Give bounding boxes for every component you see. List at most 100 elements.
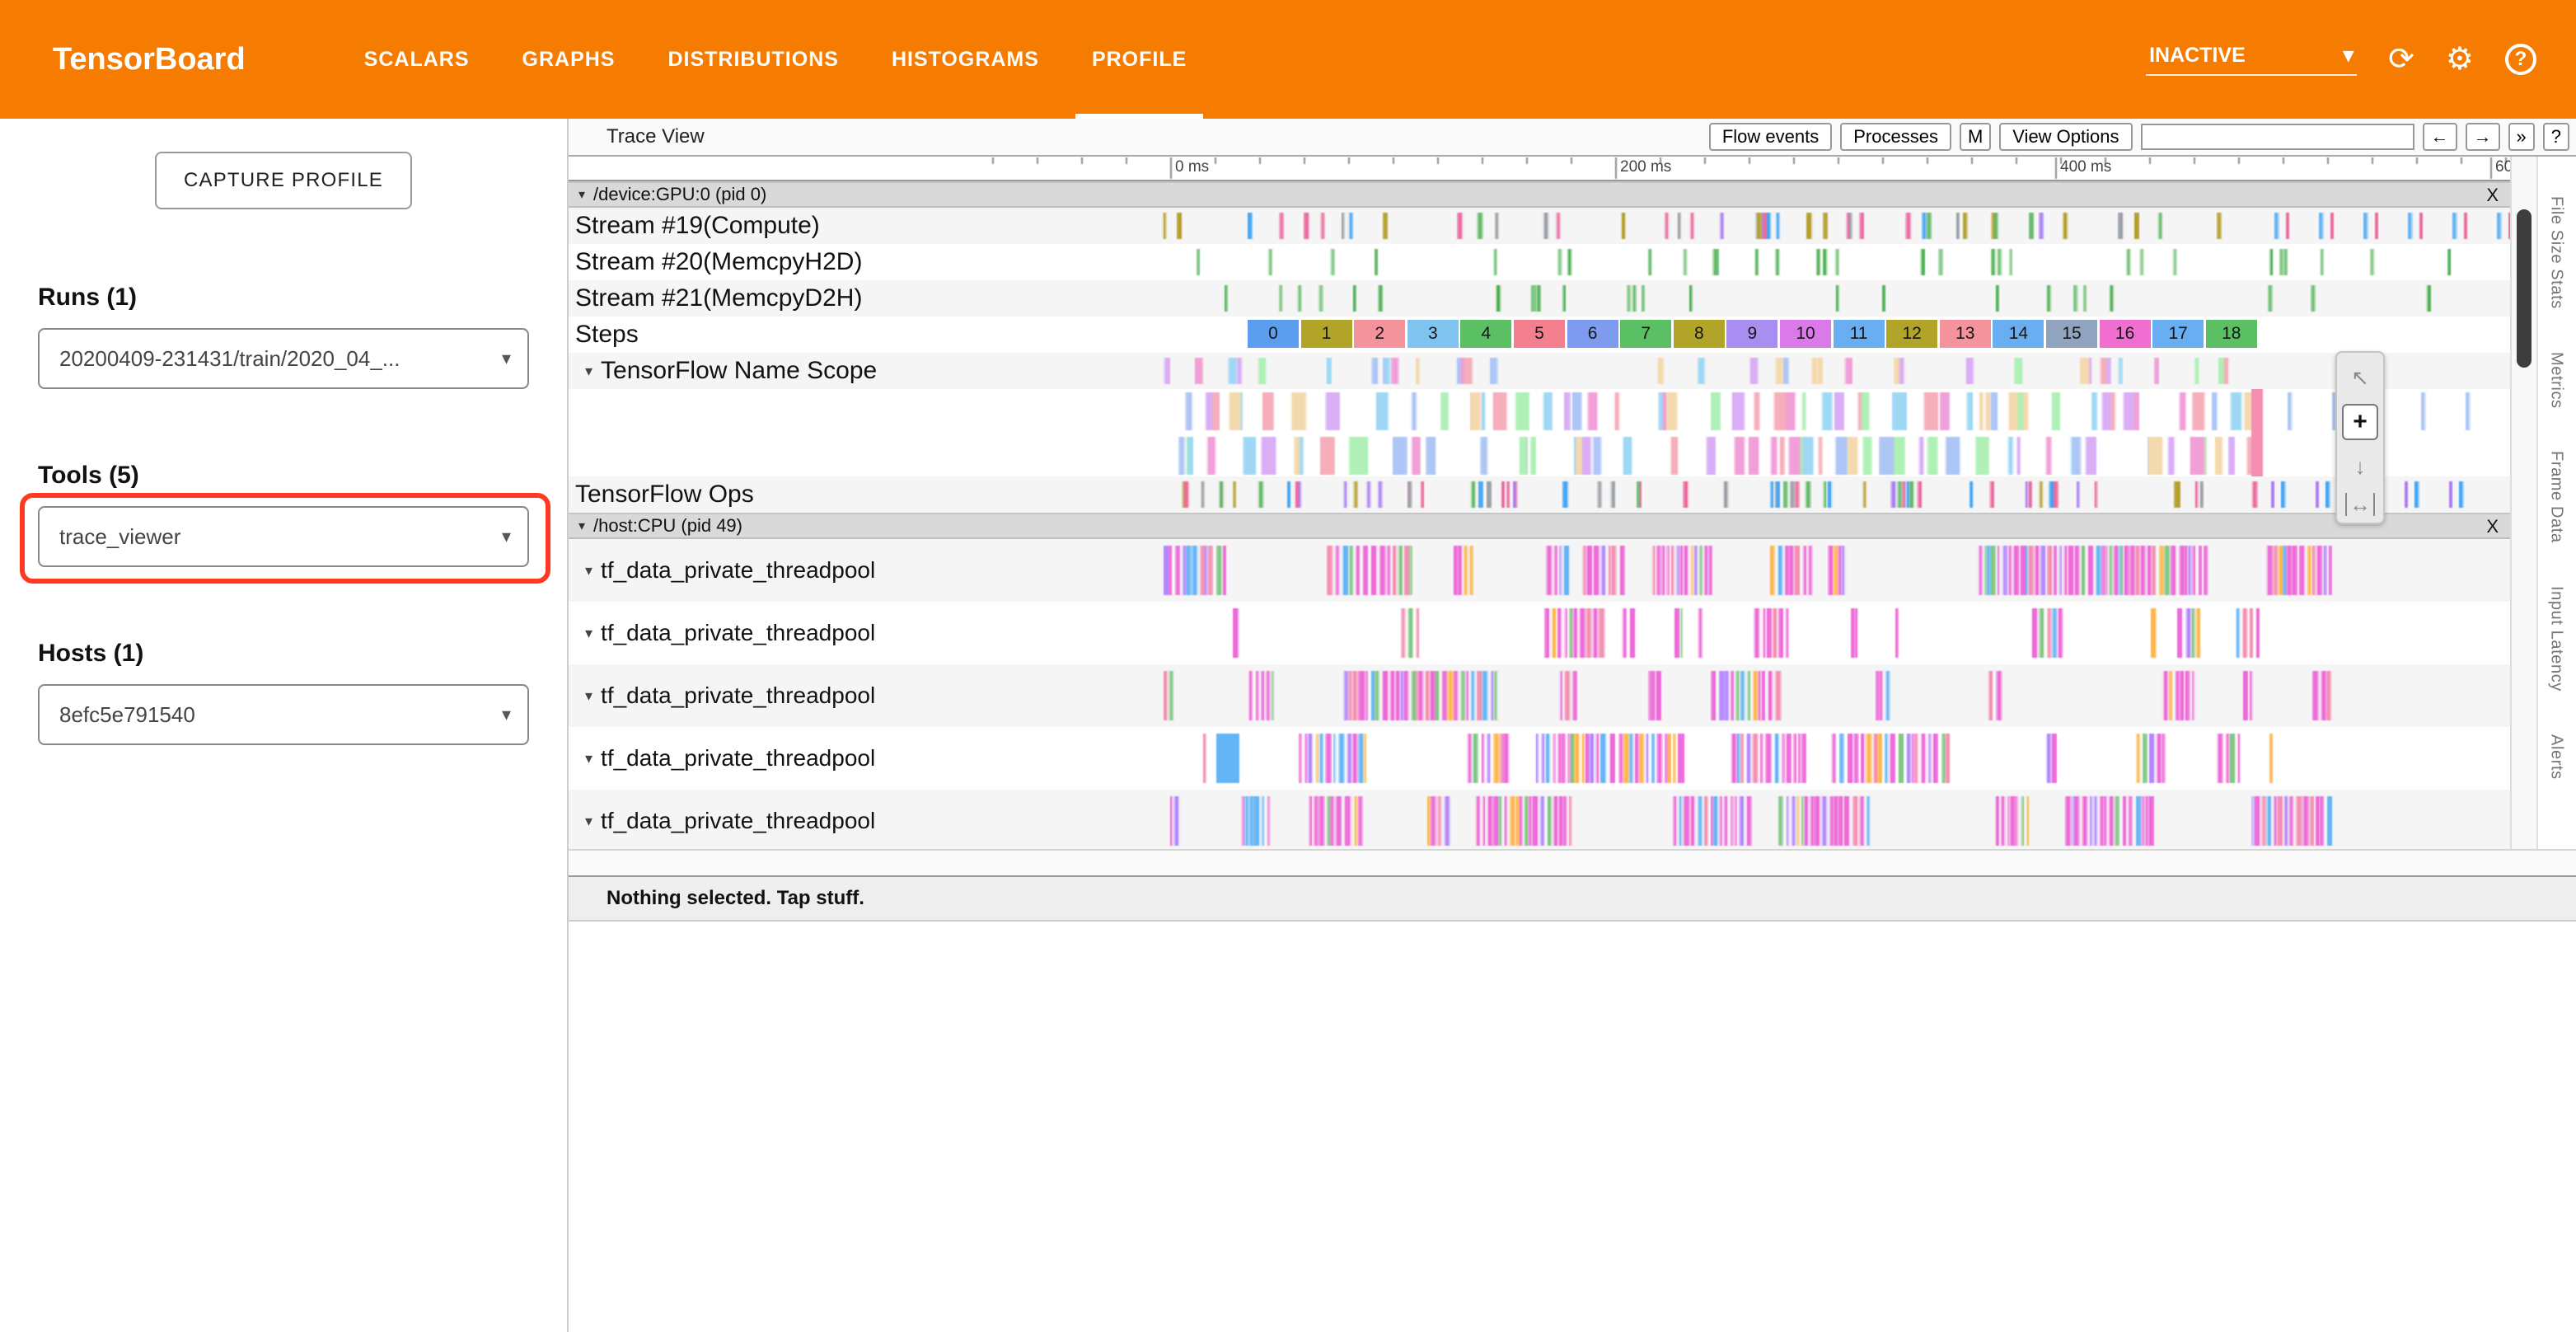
tools-value: trace_viewer	[40, 524, 180, 550]
flow-events-button[interactable]: Flow events	[1709, 123, 1832, 151]
metadata-button[interactable]: M	[1960, 123, 1991, 151]
refresh-icon[interactable]: ⟳	[2388, 44, 2414, 75]
trace-row-steps[interactable]: Steps 0123456789101112131415161718	[569, 317, 2510, 353]
step-block-5[interactable]: 5	[1514, 320, 1565, 348]
cpu-thread-row[interactable]: ▾tf_data_private_threadpool	[569, 602, 2510, 664]
cpu-thread-row[interactable]: ▾tf_data_private_threadpool	[569, 664, 2510, 727]
step-block-17[interactable]: 17	[2152, 320, 2204, 348]
app-header: TensorBoard SCALARSGRAPHSDISTRIBUTIONSHI…	[0, 0, 2576, 119]
trace-row-tensorflow-ops[interactable]: TensorFlow Ops	[569, 476, 2510, 513]
detail-panel-empty	[569, 922, 2576, 1332]
step-block-11[interactable]: 11	[1834, 320, 1885, 348]
row-label: TensorFlow Ops	[569, 476, 986, 513]
cpu-section-title: /host:CPU (pid 49)	[593, 515, 742, 537]
status-label: INACTIVE	[2149, 44, 2246, 68]
gear-icon[interactable]: ⚙	[2446, 44, 2474, 75]
tool-palette: ↖ + ↓ ↔	[2335, 351, 2385, 524]
nav-tab-graphs[interactable]: GRAPHS	[496, 0, 642, 119]
trace-row-stream19[interactable]: Stream #19(Compute)	[569, 208, 2510, 244]
step-block-6[interactable]: 6	[1567, 320, 1618, 348]
chevron-down-icon: ▾	[502, 704, 511, 725]
time-ruler: 0 ms200 ms400 ms600	[569, 157, 2510, 181]
row-label: Steps	[569, 317, 986, 353]
nav-tab-scalars[interactable]: SCALARS	[338, 0, 496, 119]
step-block-18[interactable]: 18	[2206, 320, 2257, 348]
header-right: INACTIVE ▾ ⟳ ⚙ ?	[2146, 43, 2536, 76]
step-block-14[interactable]: 14	[1993, 320, 2044, 348]
trace-view-toolbar: Trace View Flow events Processes M View …	[569, 119, 2576, 157]
chevron-down-icon: ▾	[578, 186, 585, 203]
step-block-4[interactable]: 4	[1460, 320, 1511, 348]
runs-value: 20200409-231431/train/2020_04_...	[40, 346, 400, 372]
side-tab-file-size-stats[interactable]: File Size Stats	[2547, 196, 2566, 309]
step-block-7[interactable]: 7	[1620, 320, 1671, 348]
timing-tool-button[interactable]: ↔	[2345, 493, 2375, 516]
tensorboard-logo: TensorBoard	[53, 42, 246, 77]
chevron-down-icon: ▾	[502, 348, 511, 369]
side-tab-strip: File Size Stats Metrics Frame Data Input La…	[2536, 157, 2574, 849]
zoom-tool-button[interactable]: +	[2342, 404, 2378, 440]
processes-button[interactable]: Processes	[1840, 123, 1951, 151]
chevron-down-icon: ▾	[585, 813, 592, 830]
nav-tab-distributions[interactable]: DISTRIBUTIONS	[641, 0, 864, 119]
step-block-1[interactable]: 1	[1301, 320, 1352, 348]
scrollbar-thumb[interactable]	[2517, 209, 2532, 368]
step-block-12[interactable]: 12	[1886, 320, 1937, 348]
chevron-down-icon: ▾	[502, 526, 511, 547]
side-tab-metrics[interactable]: Metrics	[2547, 352, 2566, 409]
gpu-section-title: /device:GPU:0 (pid 0)	[593, 184, 766, 205]
capture-profile-button[interactable]: CAPTURE PROFILE	[155, 152, 412, 209]
chevron-down-icon: ▾	[585, 625, 592, 642]
step-block-3[interactable]: 3	[1407, 320, 1459, 348]
cpu-section-header[interactable]: ▾ /host:CPU (pid 49) X	[569, 513, 2510, 539]
cpu-thread-row[interactable]: ▾tf_data_private_threadpool	[569, 539, 2510, 602]
step-block-9[interactable]: 9	[1726, 320, 1777, 348]
pan-tool-button[interactable]: ↓	[2342, 448, 2378, 485]
ruler-tick-label: 0 ms	[1175, 158, 1209, 176]
close-cpu-section-button[interactable]: X	[2486, 514, 2499, 539]
back-button[interactable]: ←	[2423, 123, 2457, 151]
more-button[interactable]: »	[2508, 123, 2535, 151]
cpu-thread-row[interactable]: ▾tf_data_private_threadpool	[569, 727, 2510, 790]
trace-search-input[interactable]	[2141, 124, 2414, 150]
tools-select[interactable]: trace_viewer ▾	[38, 506, 529, 567]
hosts-value: 8efc5e791540	[40, 702, 195, 728]
step-block-8[interactable]: 8	[1674, 320, 1725, 348]
step-block-16[interactable]: 16	[2100, 320, 2151, 348]
steps-track: 0123456789101112131415161718	[986, 317, 2510, 353]
chevron-down-icon: ▾	[585, 363, 592, 380]
vertical-scrollbar[interactable]	[2510, 157, 2536, 849]
nav-tab-histograms[interactable]: HISTOGRAMS	[865, 0, 1066, 119]
chevron-down-icon: ▾	[2344, 43, 2354, 68]
step-block-2[interactable]: 2	[1354, 320, 1405, 348]
help-icon[interactable]: ?	[2505, 44, 2536, 75]
horizontal-scroll-band[interactable]	[569, 849, 2576, 875]
trace-row-stream21[interactable]: Stream #21(MemcpyD2H)	[569, 280, 2510, 317]
gpu-section-header[interactable]: ▾ /device:GPU:0 (pid 0) X	[569, 181, 2510, 208]
step-block-0[interactable]: 0	[1248, 320, 1299, 348]
thread-row-label: ▾tf_data_private_threadpool	[569, 664, 986, 727]
trace-row-name-scope[interactable]: ▾ TensorFlow Name Scope	[569, 353, 2510, 389]
side-tab-input-latency[interactable]: Input Latency	[2547, 586, 2566, 692]
trace-help-button[interactable]: ?	[2543, 123, 2569, 151]
select-tool-button[interactable]: ↖	[2342, 359, 2378, 396]
status-dropdown[interactable]: INACTIVE ▾	[2146, 43, 2357, 76]
side-tab-frame-data[interactable]: Frame Data	[2547, 451, 2566, 543]
row-label: Stream #20(MemcpyH2D)	[569, 244, 986, 280]
view-options-button[interactable]: View Options	[1999, 123, 2132, 151]
thread-row-label: ▾tf_data_private_threadpool	[569, 727, 986, 790]
step-block-13[interactable]: 13	[1940, 320, 1991, 348]
side-tab-alerts[interactable]: Alerts	[2547, 734, 2566, 780]
step-block-15[interactable]: 15	[2046, 320, 2097, 348]
forward-button[interactable]: →	[2466, 123, 2500, 151]
close-gpu-section-button[interactable]: X	[2486, 183, 2499, 208]
runs-select[interactable]: 20200409-231431/train/2020_04_... ▾	[38, 328, 529, 389]
cpu-thread-row[interactable]: ▾tf_data_private_threadpool	[569, 790, 2510, 849]
trace-row-stream20[interactable]: Stream #20(MemcpyH2D)	[569, 244, 2510, 280]
hosts-label: Hosts (1)	[38, 640, 567, 669]
sidebar: CAPTURE PROFILE Runs (1) 20200409-231431…	[0, 119, 569, 1332]
nav-tab-profile[interactable]: PROFILE	[1066, 0, 1213, 119]
step-block-10[interactable]: 10	[1780, 320, 1831, 348]
hosts-select[interactable]: 8efc5e791540 ▾	[38, 684, 529, 745]
chevron-down-icon: ▾	[585, 687, 592, 705]
